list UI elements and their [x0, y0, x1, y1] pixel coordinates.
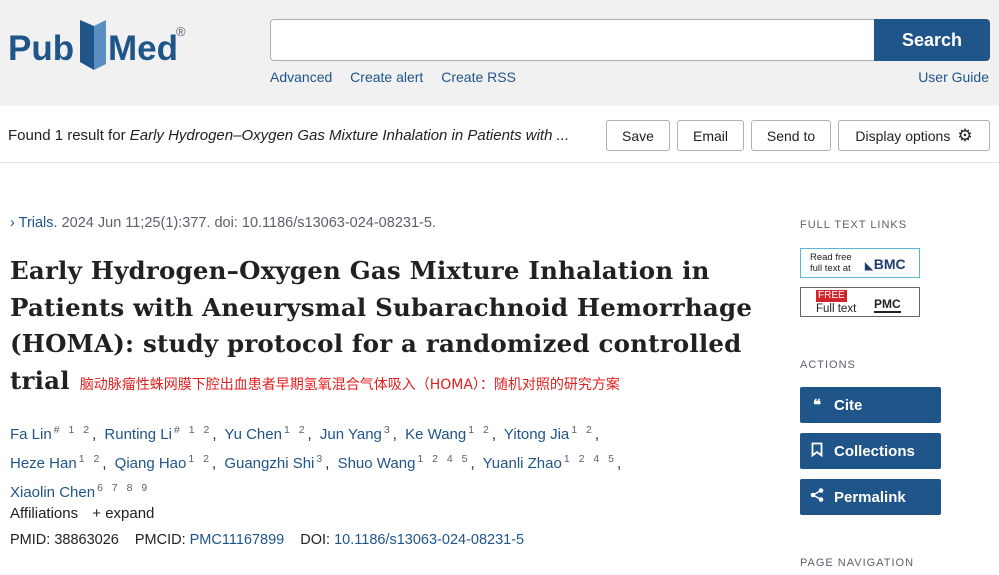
permalink-label: Permalink — [834, 488, 906, 506]
author-link[interactable]: Runting Li — [104, 426, 172, 443]
author-affil-refs[interactable]: 1 2 4 5 — [417, 453, 470, 465]
author-affil-refs[interactable]: 1 2 — [468, 424, 492, 436]
search-button[interactable]: Search — [874, 19, 990, 61]
journal-link[interactable]: Trials. — [19, 215, 58, 231]
author-link[interactable]: Yu Chen — [224, 426, 282, 443]
author-list: Fa Lin # 1 2, Runting Li # 1 2, Yu Chen 1 2… — [10, 424, 622, 501]
found-query: Early Hydrogen–Oxygen Gas Mixture Inhala… — [129, 127, 570, 144]
create-alert-link[interactable]: Create alert — [350, 69, 423, 85]
bmc-logo: ◣BMC — [865, 256, 906, 272]
author-affil-refs[interactable]: 1 2 — [188, 453, 212, 465]
author-affil-refs[interactable]: 1 2 — [571, 424, 595, 436]
title-line: Early Hydrogen–Oxygen Gas Mixture Inhala… — [10, 256, 710, 285]
found-result-text: Found 1 result for Early Hydrogen–Oxygen… — [8, 127, 569, 144]
bmc-caption: Read free full text at — [810, 252, 852, 274]
author-affil-refs[interactable]: # 1 2 — [174, 424, 212, 436]
full-text-links-heading: FULL TEXT LINKS — [800, 219, 908, 231]
save-button[interactable]: Save — [606, 120, 670, 151]
collections-button[interactable]: Collections — [800, 433, 941, 469]
user-guide-link[interactable]: User Guide — [918, 69, 989, 85]
title-line: Patients with Aneurysmal Subarachnoid He… — [10, 292, 753, 322]
author-link[interactable]: Guangzhi Shi — [224, 455, 314, 472]
author-affil-refs[interactable]: 3 — [316, 453, 325, 465]
gear-icon: ⚙ — [957, 125, 973, 145]
pmc-full-text-label: Full text — [816, 303, 857, 315]
author-affil-refs[interactable]: 3 — [384, 424, 393, 436]
doi-link[interactable]: 10.1186/s13063-024-08231-5 — [334, 532, 524, 548]
author-affil-refs[interactable]: 1 2 — [79, 453, 103, 465]
cite-label: Cite — [834, 396, 863, 414]
header-links: Advanced Create alert Create RSS — [270, 69, 530, 85]
bmc-read-free: Read free — [810, 252, 852, 263]
collections-label: Collections — [834, 442, 915, 460]
display-options-button[interactable]: Display options ⚙ — [838, 120, 990, 151]
send-to-button[interactable]: Send to — [751, 120, 831, 151]
doi-label: DOI: — [300, 532, 335, 548]
email-button[interactable]: Email — [677, 120, 744, 151]
article-identifiers: PMID: 38863026 PMCID: PMC11167899 DOI: 1… — [10, 532, 524, 548]
cite-button[interactable]: ❝ Cite — [800, 387, 941, 423]
citation-breadcrumb: › Trials. 2024 Jun 11;25(1):377. doi: 10… — [10, 215, 436, 231]
citation-text: 2024 Jun 11;25(1):377. doi: 10.1186/s130… — [57, 215, 436, 231]
author-link[interactable]: Shuo Wang — [338, 455, 416, 472]
title-line-last: trial — [10, 365, 70, 395]
pmid-value: 38863026 — [54, 532, 119, 548]
pmid-label: PMID: — [10, 532, 55, 548]
advanced-link[interactable]: Advanced — [270, 69, 332, 85]
logo-text-pub: Pub — [8, 29, 74, 68]
pmcid-link[interactable]: PMC11167899 — [190, 532, 285, 548]
affiliations-row: Affiliations + expand — [10, 505, 154, 522]
author-affil-refs[interactable]: 1 2 4 5 — [564, 453, 617, 465]
bookmark-icon — [800, 442, 834, 461]
share-icon — [800, 488, 834, 506]
author-link[interactable]: Xiaolin Chen — [10, 484, 95, 501]
pubmed-logo[interactable]: Pub Med ® — [8, 14, 193, 76]
permalink-button[interactable]: Permalink — [800, 479, 941, 515]
quote-icon: ❝ — [812, 397, 822, 414]
header: Pub Med ® Search Advanced Create alert C… — [0, 0, 999, 106]
title-line: (HOMA): study protocol for a randomized … — [10, 329, 742, 358]
title-line: trial 脑动脉瘤性蛛网膜下腔出血患者早期氢氧混合气体吸入（HOMA）：随机对照… — [10, 363, 770, 404]
pmc-logo: PMC — [874, 297, 901, 313]
author-link[interactable]: Yuanli Zhao — [483, 455, 562, 472]
pmc-free-badge: FREE — [816, 290, 847, 302]
logo-text-med: Med — [108, 29, 178, 68]
author-link[interactable]: Yitong Jia — [504, 426, 569, 443]
author-link[interactable]: Qiang Hao — [115, 455, 187, 472]
author-link[interactable]: Heze Han — [10, 455, 77, 472]
article-title: Early Hydrogen–Oxygen Gas Mixture Inhala… — [10, 253, 770, 403]
results-bar: Found 1 result for Early Hydrogen–Oxygen… — [0, 106, 999, 163]
page-navigation-heading: PAGE NAVIGATION — [800, 557, 915, 569]
chevron-right-icon: › — [10, 215, 15, 231]
pmc-full-text-link[interactable]: FREE Full text PMC — [800, 287, 920, 317]
bmc-triangle-icon: ◣ — [865, 261, 873, 272]
bmc-logo-text: BMC — [873, 256, 906, 272]
search-input[interactable] — [270, 19, 874, 61]
author-link[interactable]: Ke Wang — [405, 426, 466, 443]
found-prefix: Found 1 result for — [8, 127, 130, 144]
author-affil-refs[interactable]: 6 7 8 9 — [97, 482, 150, 494]
author-affil-refs[interactable]: 1 2 — [284, 424, 308, 436]
author-affil-refs[interactable]: # 1 2 — [54, 424, 92, 436]
actions-heading: ACTIONS — [800, 359, 856, 371]
bmc-full-text-at: full text at — [810, 263, 851, 274]
author-link[interactable]: Jun Yang — [320, 426, 382, 443]
bmc-full-text-link[interactable]: Read free full text at ◣BMC — [800, 248, 920, 278]
title-translation: 脑动脉瘤性蛛网膜下腔出血患者早期氢氧混合气体吸入（HOMA）：随机对照的研究方案 — [79, 376, 620, 393]
display-options-label: Display options — [855, 127, 951, 144]
expand-affiliations-button[interactable]: + expand — [92, 505, 154, 522]
create-rss-link[interactable]: Create RSS — [441, 69, 516, 85]
pmcid-label: PMCID: — [134, 532, 190, 548]
author-link[interactable]: Fa Lin — [10, 426, 52, 443]
logo-reg: ® — [176, 24, 186, 39]
affiliations-label: Affiliations — [10, 505, 79, 522]
